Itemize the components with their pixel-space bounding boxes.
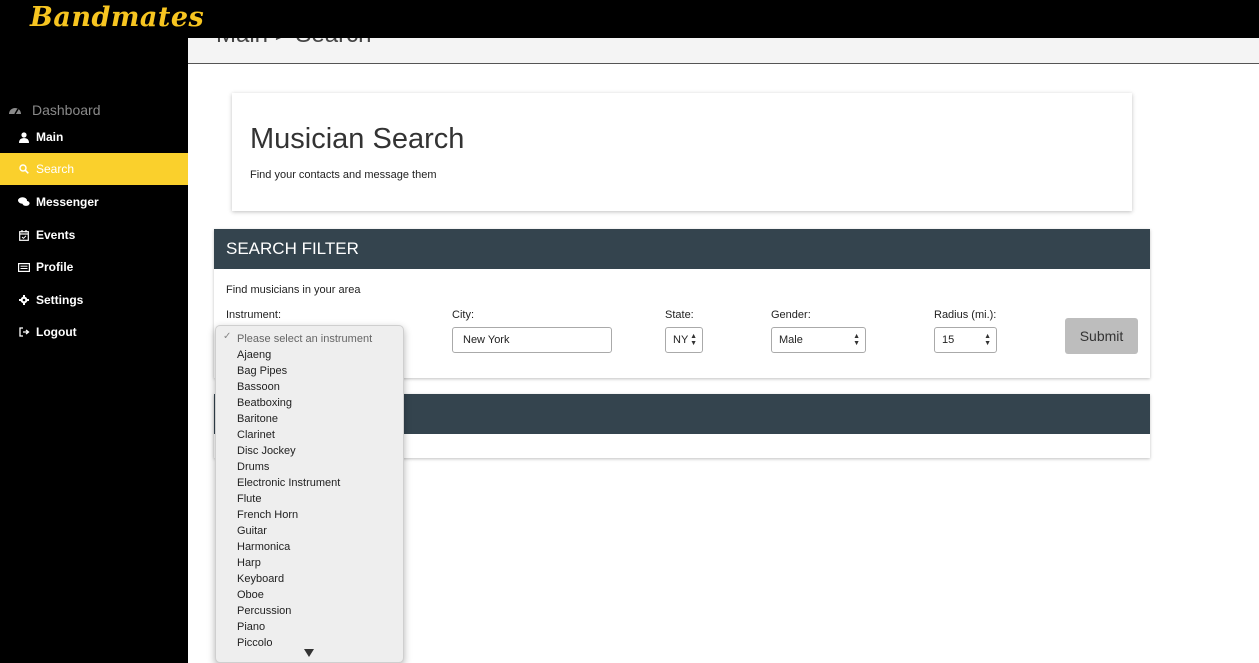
sidebar-item-label: Search [36, 162, 75, 176]
state-select-value: NY [673, 334, 689, 346]
user-icon [18, 131, 30, 143]
main-header: Main > Search [188, 38, 1259, 64]
state-label: State: [665, 309, 694, 321]
instrument-option[interactable]: Beatboxing [237, 395, 292, 411]
instrument-option[interactable]: Piccolo [237, 635, 272, 651]
app-logo[interactable]: Bandmates [30, 2, 204, 33]
instrument-option[interactable]: Percussion [237, 603, 291, 619]
gender-select-value: Male [779, 334, 803, 346]
city-input[interactable]: New York [452, 327, 612, 353]
instrument-option[interactable]: Electronic Instrument [237, 475, 340, 491]
scroll-down-arrow-icon[interactable] [304, 649, 314, 657]
instrument-dropdown[interactable]: ✓ Please select an instrument Ajaeng Bag… [215, 325, 404, 663]
instrument-option[interactable]: Piano [237, 619, 265, 635]
checkmark-icon: ✓ [223, 331, 232, 342]
instrument-option[interactable]: Harp [237, 555, 261, 571]
sidebar-item-label: Profile [36, 260, 74, 274]
gender-select[interactable]: Male ▲ ▼ [771, 327, 866, 353]
instrument-option[interactable]: Drums [237, 459, 269, 475]
sidebar-item-main[interactable]: Main [0, 121, 188, 153]
select-arrows-icon: ▲ ▼ [690, 333, 697, 347]
instrument-option[interactable]: Oboe [237, 587, 264, 603]
search-filter-subtitle: Find musicians in your area [226, 284, 361, 296]
instrument-option-placeholder[interactable]: Please select an instrument [237, 331, 372, 347]
dashboard-gauge-icon [8, 104, 24, 116]
sidebar-heading[interactable]: Dashboard [8, 102, 101, 118]
chat-icon [18, 196, 30, 208]
sidebar-item-label: Main [36, 130, 64, 144]
instrument-option[interactable]: Guitar [237, 523, 267, 539]
gear-icon [18, 294, 30, 306]
calendar-icon [18, 229, 30, 241]
instrument-option[interactable]: Harmonica [237, 539, 290, 555]
gender-label: Gender: [771, 309, 811, 321]
page-title-card: Musician Search Find your contacts and m… [232, 93, 1132, 211]
instrument-option[interactable]: French Horn [237, 507, 298, 523]
sidebar-item-profile[interactable]: Profile [0, 251, 188, 283]
sidebar-item-logout[interactable]: Logout [0, 316, 188, 348]
instrument-option[interactable]: Disc Jockey [237, 443, 296, 459]
page-subtitle: Find your contacts and message them [250, 169, 437, 181]
radius-label: Radius (mi.): [934, 309, 997, 321]
instrument-option[interactable]: Flute [237, 491, 261, 507]
search-filter-heading: SEARCH FILTER [214, 229, 1150, 269]
sidebar-item-search[interactable]: Search [0, 153, 188, 185]
profile-card-icon [18, 261, 30, 273]
city-input-value: New York [463, 334, 510, 346]
instrument-label: Instrument: [226, 309, 282, 321]
sidebar-item-messenger[interactable]: Messenger [0, 186, 188, 218]
select-arrows-icon: ▲ ▼ [984, 333, 991, 347]
radius-select[interactable]: 15 ▲ ▼ [934, 327, 997, 353]
instrument-option[interactable]: Ajaeng [237, 347, 271, 363]
select-arrows-icon: ▲ ▼ [853, 333, 860, 347]
search-icon [18, 163, 30, 175]
sidebar-item-settings[interactable]: Settings [0, 284, 188, 316]
logout-icon [18, 326, 30, 338]
sidebar-item-label: Events [36, 228, 76, 242]
sidebar-item-label: Logout [36, 325, 77, 339]
breadcrumb: Main > Search [216, 38, 371, 49]
sidebar-heading-label: Dashboard [32, 102, 101, 118]
state-select[interactable]: NY ▲ ▼ [665, 327, 703, 353]
city-label: City: [452, 309, 474, 321]
sidebar: Dashboard Main Search Messenger Events P… [0, 38, 188, 663]
instrument-option[interactable]: Keyboard [237, 571, 284, 587]
instrument-option[interactable]: Clarinet [237, 427, 275, 443]
page-title: Musician Search [250, 123, 465, 155]
sidebar-item-label: Messenger [36, 195, 99, 209]
instrument-option[interactable]: Bag Pipes [237, 363, 287, 379]
instrument-option[interactable]: Baritone [237, 411, 278, 427]
radius-select-value: 15 [942, 334, 955, 346]
sidebar-item-events[interactable]: Events [0, 219, 188, 251]
submit-button[interactable]: Submit [1065, 318, 1138, 354]
sidebar-item-label: Settings [36, 293, 84, 307]
top-bar: Bandmates [0, 0, 1259, 38]
instrument-option[interactable]: Bassoon [237, 379, 280, 395]
